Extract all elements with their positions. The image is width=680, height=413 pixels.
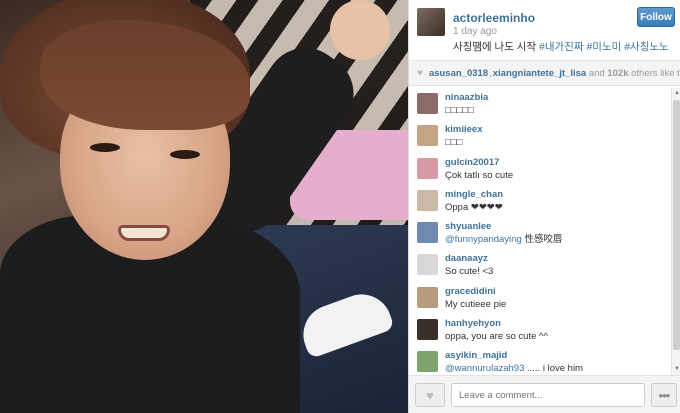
photo-eye-right: [170, 150, 200, 159]
caption-hashtag[interactable]: #사칭노노: [624, 41, 668, 53]
likes-count[interactable]: 102k: [607, 68, 628, 79]
comment-mention[interactable]: @funnypandaying: [445, 234, 522, 245]
likes-suffix: others like this.: [631, 67, 680, 79]
liker-name[interactable]: asusan_0318: [429, 68, 488, 79]
photo-hand: [330, 0, 390, 60]
liker-separator: ,: [489, 67, 492, 79]
comment-text: Çok tatlı so cute: [445, 169, 514, 181]
scroll-up-arrow-icon[interactable]: ▲: [673, 89, 680, 98]
comment-text: □□□□□: [445, 105, 474, 116]
comment-item: hanhyehyon oppa, you are so cute ^^: [409, 314, 671, 346]
comment-text: □□□: [445, 137, 463, 149]
commenter-avatar[interactable]: [417, 222, 438, 244]
comment-input[interactable]: [451, 383, 645, 407]
commenter-avatar[interactable]: [417, 286, 438, 308]
comment-list[interactable]: ninaazbia □□□□□ kimiieex □□□ gulcin20017…: [409, 88, 671, 375]
commenter-avatar[interactable]: [417, 125, 438, 147]
like-button[interactable]: ♥: [415, 383, 445, 407]
photo-mouth: [118, 225, 170, 241]
comment-scrollbar[interactable]: ▲ ▼: [671, 88, 680, 375]
commenter-avatar[interactable]: [417, 254, 438, 276]
commenter-avatar[interactable]: [417, 157, 438, 179]
comment-text: Oppa ❤❤❤❤: [445, 201, 503, 213]
user-avatar[interactable]: [417, 8, 445, 36]
commenter-username[interactable]: asyikin_majid: [445, 350, 671, 362]
likes-and-text: and: [588, 67, 605, 79]
comment-item: ninaazbia □□□□□: [409, 88, 671, 120]
commenter-username[interactable]: ninaazbia: [445, 92, 671, 104]
likes-bar: ♥ asusan_0318, xiangniantete_jt_lisa and…: [409, 60, 680, 86]
comment-text-body: 性感咬唇: [521, 234, 563, 246]
commenter-avatar[interactable]: [417, 189, 438, 211]
caption-hashtag[interactable]: #미노미: [586, 41, 621, 53]
comment-mention[interactable]: @wannurulazah93: [445, 363, 524, 374]
comment-item: gulcin20017 Çok tatlı so cute: [409, 153, 671, 185]
comment-item: mingle_chan Oppa ❤❤❤❤: [409, 185, 671, 217]
more-options-button[interactable]: •••: [651, 383, 677, 407]
commenter-username[interactable]: gracedidini: [445, 286, 671, 298]
heart-icon: ♥: [417, 67, 423, 79]
commenter-avatar[interactable]: [417, 319, 438, 341]
comment-text-body: ..... i love him: [524, 363, 583, 375]
commenter-username[interactable]: daanaayz: [445, 253, 671, 265]
follow-button[interactable]: Follow: [637, 7, 675, 27]
post-header: actorleeminho 1 day ago 사칭땜에 나도 시작 #내가진짜…: [409, 0, 680, 58]
photo-eye-left: [90, 143, 120, 152]
comment-text: oppa, you are so cute ^^: [445, 331, 548, 343]
commenter-username[interactable]: hanhyehyon: [445, 318, 671, 330]
scroll-down-arrow-icon[interactable]: ▼: [673, 365, 680, 374]
comment-item: shyuanlee @funnypandaying 性感咬唇: [409, 217, 671, 249]
caption-text: 사칭땜에 나도 시작: [453, 41, 540, 53]
comment-text: My cutieee pie: [445, 298, 507, 310]
post-caption: 사칭땜에 나도 시작 #내가진짜 #미노미 #사칭노노: [453, 39, 669, 54]
commenter-username[interactable]: kimiieex: [445, 124, 671, 136]
liker-name[interactable]: xiangniantete_jt_lisa: [493, 68, 586, 79]
comment-item: gracedidini My cutieee pie: [409, 282, 671, 314]
comment-item: daanaayz So cute! <3: [409, 249, 671, 281]
heart-icon: ♥: [426, 387, 434, 403]
commenter-avatar[interactable]: [417, 351, 438, 373]
scrollbar-thumb[interactable]: [673, 100, 680, 350]
commenter-username[interactable]: shyuanlee: [445, 221, 671, 233]
comment-item: kimiieex □□□: [409, 120, 671, 152]
post-side-panel: actorleeminho 1 day ago 사칭땜에 나도 시작 #내가진짜…: [408, 0, 680, 413]
comment-text: @wannurulazah93 ..... i love him: [445, 362, 671, 375]
caption-hashtag[interactable]: #내가진짜: [539, 41, 583, 53]
commenter-username[interactable]: mingle_chan: [445, 189, 671, 201]
comment-text: @funnypandaying 性感咬唇: [445, 233, 671, 246]
commenter-avatar[interactable]: [417, 93, 438, 114]
post-timestamp: 1 day ago: [453, 26, 497, 37]
post-username[interactable]: actorleeminho: [453, 11, 535, 25]
comment-item: asyikin_majid @wannurulazah93 ..... i lo…: [409, 346, 671, 375]
commenter-username[interactable]: gulcin20017: [445, 157, 671, 169]
comment-footer: ♥ •••: [409, 375, 680, 413]
comment-text: So cute! <3: [445, 266, 494, 278]
post-photo: [0, 0, 408, 413]
